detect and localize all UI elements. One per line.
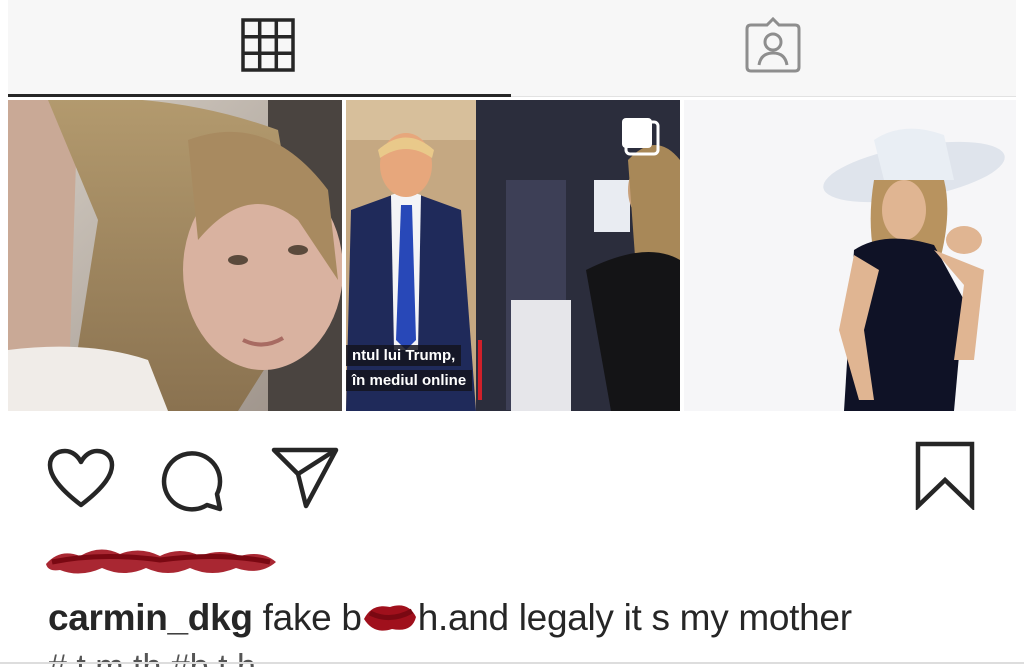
comment-button[interactable] [160,448,226,519]
heart-icon [47,448,115,508]
post-2-subtitle-line1: ntul lui Trump, [346,345,462,366]
tagged-user-icon [745,16,801,73]
share-button[interactable] [270,444,340,515]
subtitle-red-marker [478,340,482,400]
profile-tabs [8,0,1016,97]
bottom-divider [0,662,1024,664]
caption-text-after: h.and legaly it s my mother [417,597,852,638]
tab-tagged[interactable] [738,10,808,80]
grid-post-1[interactable] [8,100,342,411]
like-button[interactable] [46,448,116,515]
comment-icon [161,451,223,512]
caption-hashtags[interactable]: # t m th #b t h [48,648,256,667]
caption-text-before: fake b [252,597,362,638]
paper-plane-icon [271,447,339,509]
save-button[interactable] [914,440,976,515]
caption-redaction [362,599,418,635]
grid-post-2[interactable]: ntul lui Trump, în mediul online [346,100,680,411]
tab-grid[interactable] [233,10,303,80]
post-1-image [8,100,342,411]
grid-post-3[interactable] [684,100,1016,411]
bookmark-icon [915,441,975,512]
post-3-image [684,100,1016,411]
active-tab-indicator [8,94,511,97]
grid-icon [241,18,295,72]
post-grid: ntul lui Trump, în mediul online [8,100,1016,411]
post-2-subtitle-line2: în mediul online [346,370,473,391]
post-caption: carmin_dkg fake b h.and legaly it s my mo… [48,597,852,639]
caption-username[interactable]: carmin_dkg [48,597,253,638]
likes-redacted [40,540,280,580]
post-actions [0,430,1024,530]
